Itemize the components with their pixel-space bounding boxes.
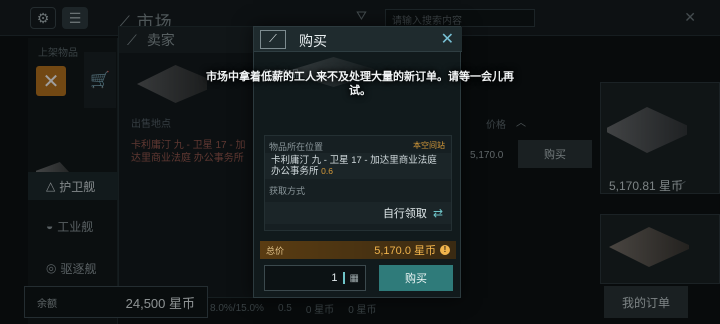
crosshair-icon: ◎ xyxy=(46,261,57,275)
seller-location: 卡利庸汀 九 - 卫星 17 - 加达里商业法庭 办公事务所 xyxy=(131,140,246,164)
sidebar-item-destroyer[interactable]: ◎ 驱逐舰 xyxy=(28,254,118,282)
total-price-bar: 总价 5,170.0 星币 ! xyxy=(260,241,456,259)
stat-value: 0.5 xyxy=(277,302,292,314)
item-card[interactable] xyxy=(600,214,720,284)
quantity-input[interactable]: 1 ▦ xyxy=(264,265,366,291)
location-box: 物品所在位置 本空间站 卡利庸汀 九 - 卫星 17 - 加达里商业法庭 办公事… xyxy=(264,135,452,231)
balance-value: 24,500 星币 xyxy=(125,295,195,311)
calculator-icon[interactable]: ▦ xyxy=(350,273,359,284)
chart-icon: ⟋ xyxy=(127,31,137,48)
security-status: 0.6 xyxy=(321,166,333,176)
close-icon[interactable]: ✕ xyxy=(441,29,454,49)
text-cursor xyxy=(342,272,345,284)
stat-value: 0 星币 xyxy=(348,304,377,316)
dialog-header: ⟋ 购买 ✕ xyxy=(254,27,462,52)
acquire-method-select[interactable]: 自行领取 ⇄ xyxy=(265,202,451,224)
seller-panel: ⟋ 卖家 出售地点 卡利庸汀 九 - 卫星 17 - 加达里商业法庭 办公事务所 xyxy=(118,26,257,298)
chart-icon: ⟋ xyxy=(260,30,286,49)
stat-value: 0 星币 xyxy=(305,304,335,316)
buy-dialog: ⟋ 购买 ✕ 购买物品 物品所在位置 本空间站 卡利庸汀 九 - 卫星 17 -… xyxy=(253,26,462,298)
error-notification: 市场中拿着低薪的工人来不及处理大量的新订单。请等一会儿再试。 xyxy=(206,71,514,97)
swap-icon: ⇄ xyxy=(432,206,443,220)
balance-label: 余额 xyxy=(37,298,57,310)
buy-button[interactable]: 购买 xyxy=(379,265,453,291)
my-orders-button[interactable]: 我的订单 xyxy=(604,286,688,318)
category-icon[interactable]: ✕ xyxy=(36,66,66,96)
search-input[interactable]: 请输入搜索内容 xyxy=(385,9,535,27)
column-header-price: 价格 xyxy=(486,120,506,131)
sidebar-header: 上架物品 xyxy=(38,48,78,59)
location-label: 物品所在位置 xyxy=(269,142,324,152)
chevron-down-icon[interactable]: ﹀ xyxy=(674,178,686,195)
gear-icon[interactable]: ⚙ xyxy=(30,7,56,29)
item-card[interactable]: 5,170.81 星币 xyxy=(600,82,720,194)
menu-icon[interactable]: ☰ xyxy=(62,7,88,29)
balance-box: 余额 24,500 星币 xyxy=(24,286,208,318)
total-value: 5,170.0 星币 xyxy=(374,245,436,257)
close-icon[interactable]: ✕ xyxy=(684,9,696,26)
location-value: 卡利庸汀 九 - 卫星 17 - 加达里商业法庭 办公事务所 0.6 xyxy=(265,153,451,179)
tax-rate: 8.0%/15.0% xyxy=(210,302,264,314)
market-listing-panel: 价格 ︿ ︿ 购买 5,170.81 星币 ﹀ xyxy=(470,26,720,298)
sidebar-item-industrial[interactable]: ◒ 工业舰 xyxy=(28,212,118,240)
listing-price: 5,170.0 xyxy=(470,150,504,161)
acquire-label: 获取方式 xyxy=(269,186,306,196)
sidebar-item-frigate[interactable]: △ 护卫舰 xyxy=(28,172,118,200)
location-tag: 本空间站 xyxy=(413,141,445,150)
tab-seller[interactable]: ⟋ 卖家 xyxy=(119,27,257,53)
filter-icon[interactable]: ⛛ xyxy=(356,8,367,24)
sort-up-icon[interactable]: ︿ xyxy=(516,114,526,129)
total-label: 总价 xyxy=(266,245,285,256)
ship-image xyxy=(607,107,687,153)
shield-icon: ◒ xyxy=(46,219,54,233)
cart-icon[interactable]: 🛒 xyxy=(84,52,116,108)
dialog-title: 购买 xyxy=(299,33,327,49)
item-price: 5,170.81 星币 xyxy=(609,179,684,193)
listing-buy-button[interactable]: 购买 xyxy=(518,140,592,168)
triangle-icon: △ xyxy=(46,179,56,193)
ship-image xyxy=(609,227,689,267)
column-header-location: 出售地点 xyxy=(131,119,171,130)
warning-icon[interactable]: ! xyxy=(440,245,450,255)
